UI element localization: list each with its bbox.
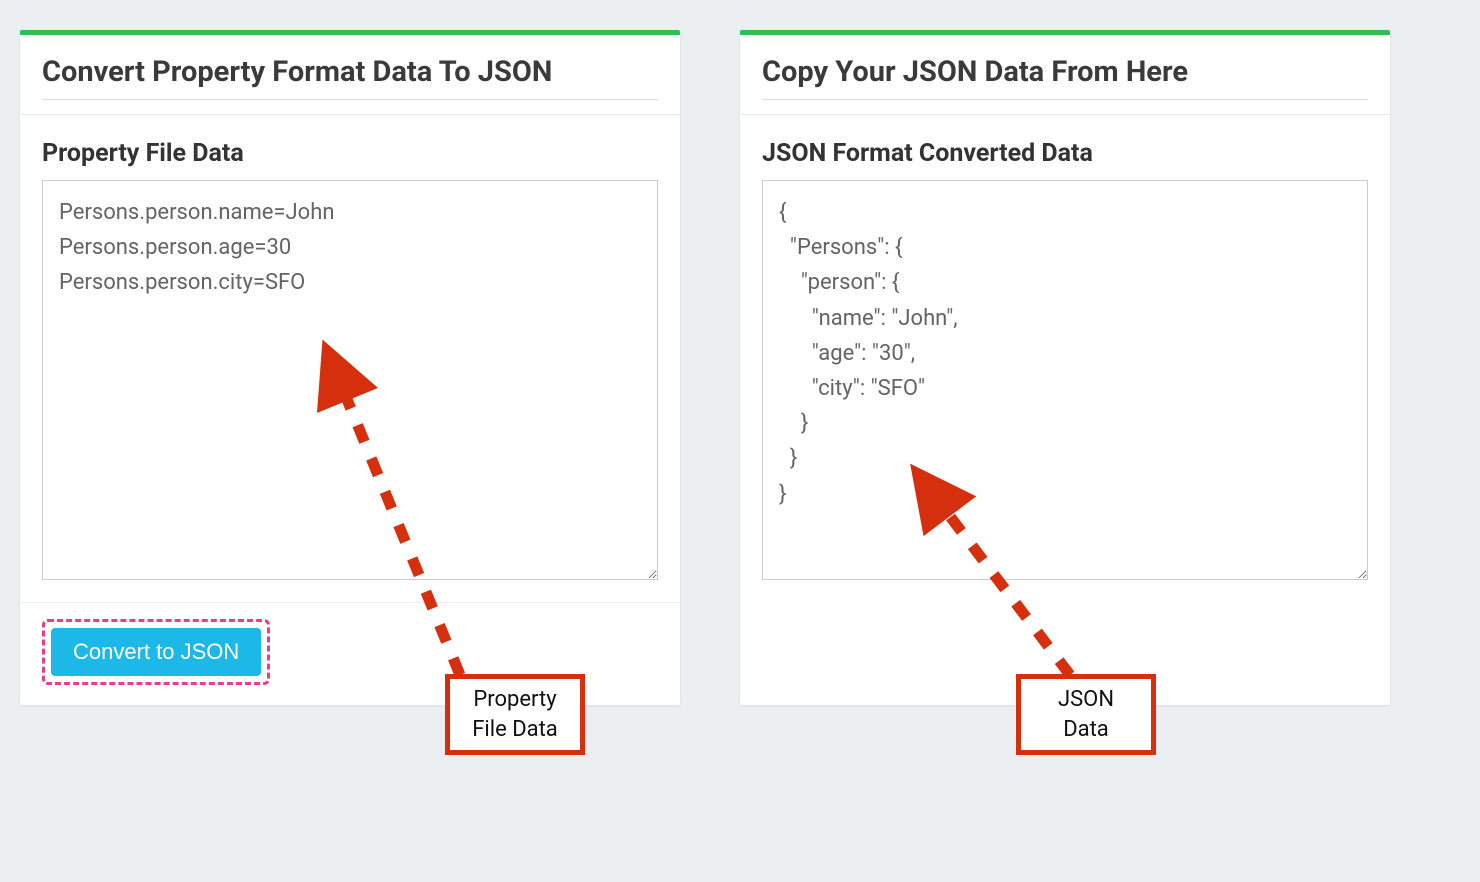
- convert-panel: Convert Property Format Data To JSON Pro…: [20, 30, 680, 705]
- json-output-section-header: JSON Format Converted Data: [740, 115, 1390, 180]
- convert-panel-title: Convert Property Format Data To JSON: [42, 55, 658, 100]
- json-output-label: JSON Format Converted Data: [762, 139, 1368, 168]
- property-file-label: Property File Data: [42, 139, 658, 168]
- property-file-section-header: Property File Data: [20, 115, 680, 180]
- output-panel-header: Copy Your JSON Data From Here: [740, 35, 1390, 115]
- annotation-json-data-label: JSONData: [1016, 674, 1156, 755]
- json-output-textarea[interactable]: [762, 180, 1368, 580]
- convert-button-highlight: Convert to JSON: [42, 619, 270, 685]
- convert-panel-header: Convert Property Format Data To JSON: [20, 35, 680, 115]
- property-file-textarea[interactable]: [42, 180, 658, 580]
- output-panel-title: Copy Your JSON Data From Here: [762, 55, 1368, 100]
- convert-to-json-button[interactable]: Convert to JSON: [51, 628, 261, 676]
- annotation-property-file-label: PropertyFile Data: [445, 674, 585, 755]
- output-panel: Copy Your JSON Data From Here JSON Forma…: [740, 30, 1390, 705]
